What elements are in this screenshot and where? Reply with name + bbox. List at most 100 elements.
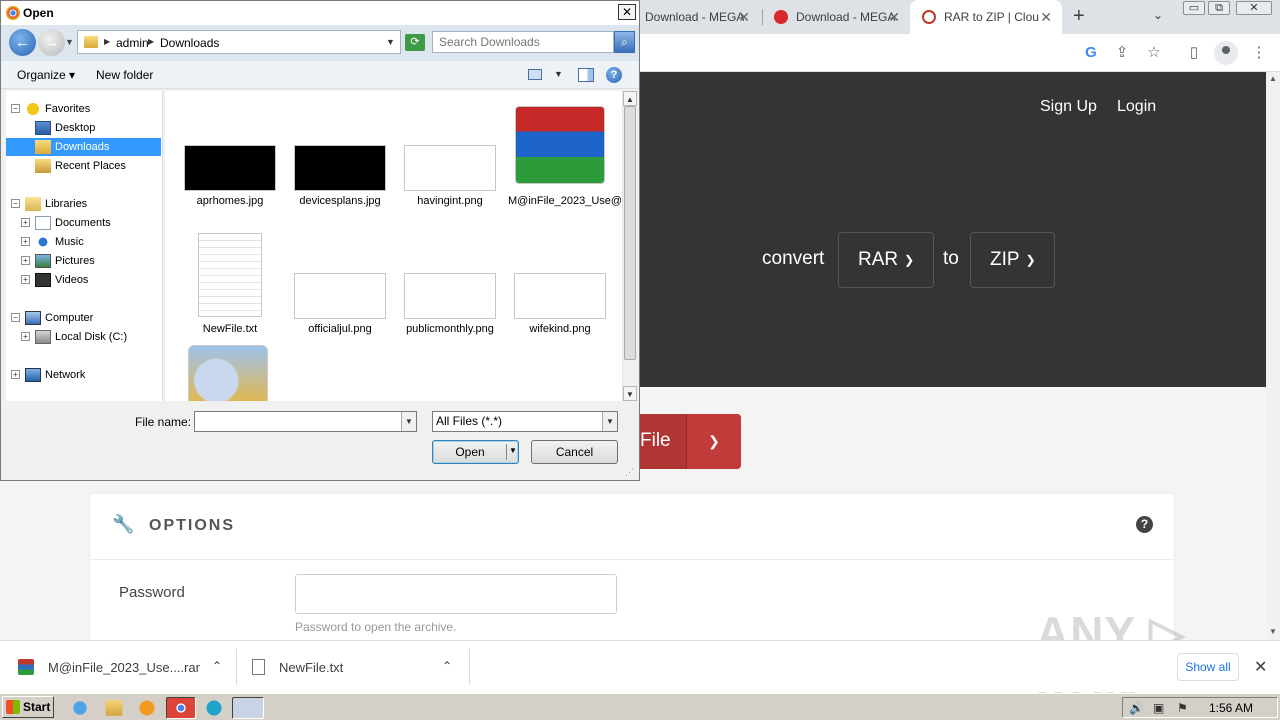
google-icon[interactable]: G: [1080, 42, 1102, 64]
close-icon[interactable]: ✕: [1254, 657, 1267, 677]
tab-close-icon[interactable]: ✕: [1040, 9, 1052, 26]
chrome-icon[interactable]: [166, 697, 196, 719]
breadcrumb-separator-icon[interactable]: ▶: [148, 37, 154, 46]
scrollbar-thumb[interactable]: [624, 106, 636, 360]
ie-icon[interactable]: [68, 697, 92, 719]
history-chevron-down-icon[interactable]: ▼: [65, 37, 74, 47]
show-all-button[interactable]: Show all: [1177, 653, 1239, 681]
side-panel-icon[interactable]: ▯: [1183, 42, 1205, 64]
volume-icon[interactable]: 🔊: [1129, 701, 1144, 715]
open-options-chevron-icon[interactable]: ▼: [509, 446, 517, 455]
nav-desktop[interactable]: Desktop: [35, 119, 95, 137]
breadcrumb-separator-icon[interactable]: ▶: [104, 37, 110, 46]
nav-music[interactable]: + Music: [21, 233, 84, 251]
address-bar[interactable]: ▶ admin ▶ Downloads ▼: [77, 30, 401, 54]
new-tab-button[interactable]: +: [1073, 5, 1085, 28]
signup-link[interactable]: Sign Up: [1040, 98, 1097, 116]
explorer-icon[interactable]: [105, 700, 123, 716]
menu-icon[interactable]: ⋮: [1248, 42, 1270, 64]
dialog-titlebar[interactable]: Open ✕: [1, 1, 639, 25]
expand-icon[interactable]: +: [21, 332, 30, 341]
tab-search-chevron-icon[interactable]: ⌄: [1153, 8, 1163, 22]
tab-close-icon[interactable]: ✕: [888, 9, 900, 26]
expand-icon[interactable]: +: [21, 256, 30, 265]
window-restore-button[interactable]: ⧉: [1208, 1, 1230, 15]
tab-close-icon[interactable]: ✕: [738, 9, 750, 26]
nav-computer[interactable]: − Computer: [11, 309, 93, 327]
forward-arrow-icon[interactable]: →: [38, 29, 65, 56]
breadcrumb-admin[interactable]: admin: [116, 36, 149, 50]
file-name-input[interactable]: [194, 411, 417, 432]
nav-documents[interactable]: + Documents: [21, 214, 111, 232]
scroll-up-arrow-icon[interactable]: ▲: [1269, 74, 1277, 83]
expand-icon[interactable]: +: [21, 218, 30, 227]
media-player-icon[interactable]: [135, 697, 159, 719]
file-item[interactable]: havingint.png: [398, 103, 502, 223]
file-list-scrollbar[interactable]: ▲ ▼: [622, 91, 637, 401]
search-input[interactable]: [432, 31, 614, 53]
login-link[interactable]: Login: [1117, 98, 1156, 116]
nav-local-disk[interactable]: + Local Disk (C:): [21, 328, 127, 346]
organize-menu[interactable]: Organize ▾: [17, 68, 75, 82]
tab-download-mega-1[interactable]: Download - MEGA ✕: [636, 0, 760, 34]
refresh-icon[interactable]: ⟳: [405, 34, 425, 51]
nav-recent-places[interactable]: Recent Places: [35, 157, 126, 175]
clock[interactable]: 1:56 AM: [1209, 701, 1253, 715]
file-item[interactable]: NewFile.txt: [178, 231, 282, 341]
collapse-icon[interactable]: −: [11, 104, 20, 113]
breadcrumb-downloads[interactable]: Downloads: [160, 36, 219, 50]
open-button[interactable]: Open ▼: [432, 440, 519, 464]
chevron-up-icon[interactable]: ⌃: [212, 659, 222, 673]
dialog-close-button[interactable]: ✕: [618, 4, 636, 20]
nav-videos[interactable]: + Videos: [21, 271, 88, 289]
file-item[interactable]: aprhomes.jpg: [178, 103, 282, 223]
help-icon[interactable]: ?: [1136, 516, 1153, 533]
file-item[interactable]: officialjul.png: [288, 231, 392, 341]
collapse-icon[interactable]: −: [11, 313, 20, 322]
window-close-button[interactable]: ✕: [1236, 1, 1272, 15]
nav-favorites[interactable]: − Favorites: [11, 100, 90, 118]
file-item[interactable]: publicmonthly.png: [398, 231, 502, 341]
file-name-dropdown-icon[interactable]: ▼: [401, 412, 416, 431]
nav-downloads[interactable]: Downloads: [6, 138, 161, 156]
help-icon[interactable]: ?: [606, 67, 622, 83]
tab-download-mega-2[interactable]: Download - MEGA ✕: [764, 0, 910, 34]
flag-icon[interactable]: ⚑: [1177, 701, 1188, 715]
password-input[interactable]: [295, 574, 617, 614]
from-format-select[interactable]: RAR ❯: [838, 232, 934, 288]
expand-icon[interactable]: +: [11, 370, 20, 379]
bookmark-star-icon[interactable]: ☆: [1143, 42, 1165, 64]
file-item[interactable]: [178, 345, 282, 401]
chevron-up-icon[interactable]: ⌃: [442, 659, 452, 673]
resize-grip-icon[interactable]: ⋰: [625, 467, 634, 478]
search-icon[interactable]: ⌕: [614, 31, 635, 53]
back-arrow-icon[interactable]: ←: [9, 29, 36, 56]
new-folder-button[interactable]: New folder: [96, 68, 153, 82]
edge-icon[interactable]: [202, 697, 226, 719]
view-chevron-down-icon[interactable]: ▼: [554, 69, 563, 79]
cancel-button[interactable]: Cancel: [531, 440, 618, 464]
download-item[interactable]: NewFile.txt ⌃: [252, 649, 462, 685]
to-format-select[interactable]: ZIP ❯: [970, 232, 1055, 288]
nav-network[interactable]: + Network: [11, 366, 85, 384]
window-minimize-button[interactable]: ▭: [1183, 1, 1205, 15]
select-file-dropdown-chevron-icon[interactable]: ❯: [686, 414, 741, 469]
file-type-select[interactable]: All Files (*.*): [432, 411, 618, 432]
file-item[interactable]: M@inFile_2023_Use@s_PAssKey.rar: [508, 103, 622, 223]
winrar-icon[interactable]: [232, 697, 264, 719]
collapse-icon[interactable]: −: [11, 199, 20, 208]
nav-libraries[interactable]: − Libraries: [11, 195, 87, 213]
preview-pane-icon[interactable]: [578, 68, 594, 82]
file-type-dropdown-icon[interactable]: ▼: [602, 412, 617, 431]
nav-pictures[interactable]: + Pictures: [21, 252, 95, 270]
scroll-down-arrow-icon[interactable]: ▼: [623, 386, 637, 401]
network-icon[interactable]: ▣: [1153, 701, 1164, 715]
view-options-icon[interactable]: [528, 69, 542, 80]
expand-icon[interactable]: +: [21, 275, 30, 284]
file-item[interactable]: devicesplans.jpg: [288, 103, 392, 223]
tab-rar-to-zip[interactable]: RAR to ZIP | Clou ✕: [910, 0, 1062, 34]
start-button[interactable]: Start: [2, 696, 54, 718]
expand-icon[interactable]: +: [21, 237, 30, 246]
file-item[interactable]: wifekind.png: [508, 231, 612, 341]
page-scrollbar[interactable]: ▲ ▼: [1266, 72, 1280, 640]
